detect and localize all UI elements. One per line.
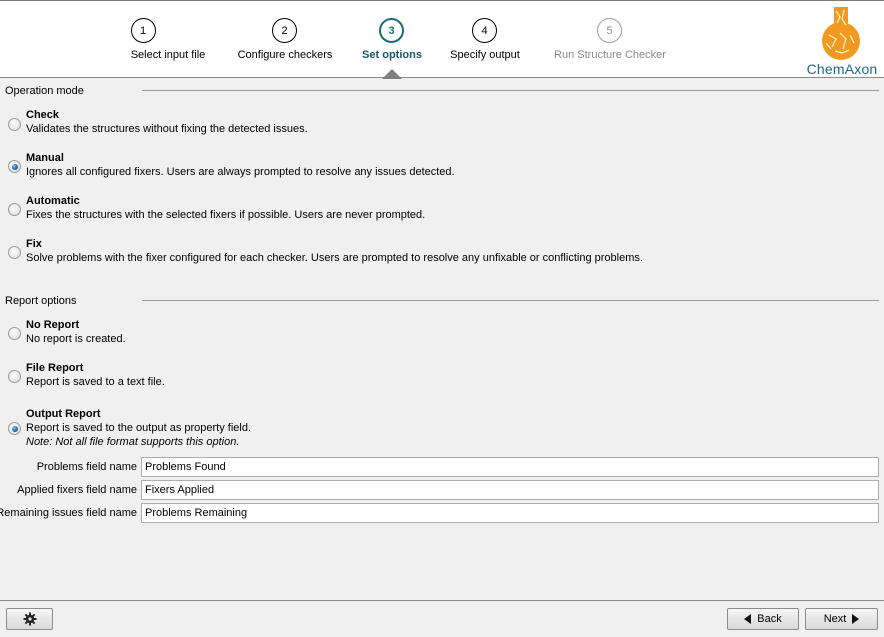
- remaining-issues-field-input[interactable]: [141, 503, 879, 523]
- radio-output-report[interactable]: [8, 422, 21, 435]
- step-run-structure-checker: 5: [597, 18, 622, 43]
- step-specify-output[interactable]: 4: [472, 18, 497, 43]
- radio-automatic[interactable]: [8, 203, 21, 216]
- operation-mode-title: Operation mode: [5, 85, 84, 97]
- chemaxon-logo: ChemAxon: [802, 5, 882, 77]
- step-number-circle: 5: [597, 18, 622, 43]
- next-button[interactable]: Next: [805, 608, 878, 630]
- step-number-circle: 2: [272, 18, 297, 43]
- step-label: Set options: [362, 49, 422, 61]
- brand-name: ChemAxon: [806, 61, 878, 77]
- radio-file-report[interactable]: [8, 370, 21, 383]
- step-label-specify-output: Specify output: [435, 49, 535, 61]
- flask-icon: [822, 7, 860, 60]
- step-set-options[interactable]: 3: [379, 18, 404, 43]
- option-description: Report is saved to a text file.: [26, 376, 165, 388]
- step-select-input-file[interactable]: 1: [118, 18, 168, 43]
- arrow-left-icon: [744, 614, 752, 624]
- step-number-circle: 4: [472, 18, 497, 43]
- option-description: No report is created.: [26, 333, 126, 345]
- settings-button[interactable]: [6, 608, 53, 630]
- problems-field-label: Problems field name: [36, 461, 137, 473]
- gear-icon: [23, 612, 36, 626]
- option-title: No Report: [26, 319, 80, 331]
- applied-fixers-field-input[interactable]: [141, 480, 879, 500]
- option-description: Ignores all configured fixers. Users are…: [26, 166, 455, 178]
- active-step-pointer: [382, 69, 402, 79]
- footer-divider: [0, 600, 884, 601]
- option-description: Fixes the structures with the selected f…: [26, 209, 426, 221]
- radio-fix[interactable]: [8, 246, 21, 259]
- step-number-circle: 1: [130, 18, 156, 43]
- step-label-configure-checkers: Configure checkers: [225, 49, 345, 61]
- applied-fixers-field-label: Applied fixers field name: [17, 484, 137, 496]
- option-title: Manual: [26, 152, 64, 164]
- step-label: Configure checkers: [237, 49, 333, 61]
- option-title: Check: [26, 109, 60, 121]
- option-title: Automatic: [26, 195, 80, 207]
- wizard-header: 1 Select input file 2 Configure checkers…: [0, 0, 884, 79]
- section-divider: [142, 300, 879, 301]
- next-label: Next: [823, 613, 847, 625]
- section-divider: [142, 90, 879, 91]
- radio-manual[interactable]: [8, 160, 21, 173]
- arrow-right-icon: [852, 614, 860, 624]
- report-options-title: Report options: [5, 295, 77, 307]
- step-label: Select input file: [130, 49, 206, 61]
- radio-no-report[interactable]: [8, 327, 21, 340]
- option-title: Fix: [26, 238, 42, 250]
- step-configure-checkers[interactable]: 2: [272, 18, 297, 43]
- option-title: File Report: [26, 362, 84, 374]
- step-number-circle: 3: [379, 18, 404, 43]
- step-label: Run Structure Checker: [554, 49, 666, 61]
- remaining-issues-field-label: Remaining issues field name: [0, 507, 137, 519]
- option-note: Note: Not all file format supports this …: [26, 436, 240, 448]
- option-description: Report is saved to the output as propert…: [26, 422, 252, 434]
- option-description: Solve problems with the fixer configured…: [26, 252, 643, 264]
- radio-check[interactable]: [8, 118, 21, 131]
- option-title: Output Report: [26, 408, 101, 420]
- back-button[interactable]: Back: [727, 608, 799, 630]
- step-label: Specify output: [450, 49, 520, 61]
- step-label-select-input-file: Select input file: [118, 49, 218, 61]
- step-label-run-structure-checker: Run Structure Checker: [540, 49, 680, 61]
- option-description: Validates the structures without fixing …: [26, 123, 308, 135]
- problems-field-input[interactable]: [141, 457, 879, 477]
- back-label: Back: [757, 613, 782, 625]
- step-label-set-options: Set options: [342, 49, 442, 61]
